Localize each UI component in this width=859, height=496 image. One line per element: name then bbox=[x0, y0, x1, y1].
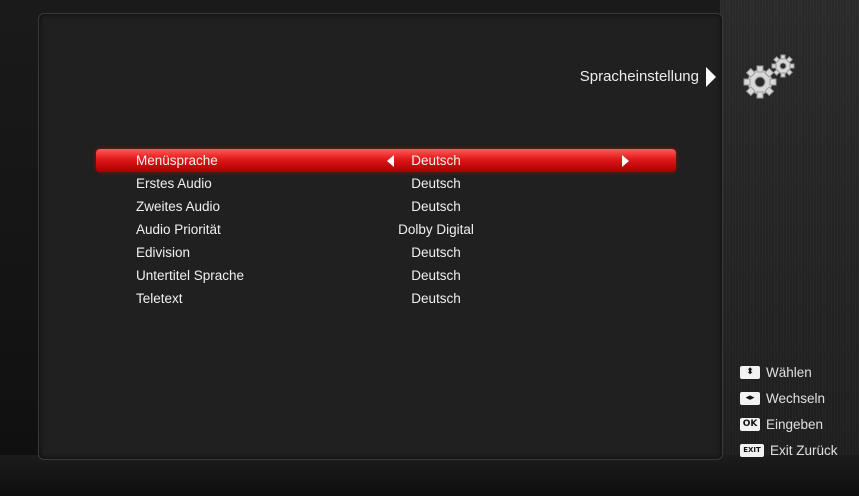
menu-item-audio-prioritat[interactable]: Audio Priorität Dolby Digital bbox=[96, 218, 676, 241]
menu-item-value: Deutsch bbox=[411, 199, 461, 214]
title-pointer-icon bbox=[706, 67, 716, 87]
menu-item-label: Erstes Audio bbox=[136, 176, 212, 191]
menu-item-value: Deutsch bbox=[411, 176, 461, 191]
menu-item-value: Deutsch bbox=[411, 268, 461, 283]
menu-item-label: Zweites Audio bbox=[136, 199, 221, 214]
menu-item-erstes-audio[interactable]: Erstes Audio Deutsch bbox=[96, 172, 676, 195]
help-item-label: Wählen bbox=[766, 364, 812, 380]
up-down-key-icon: ⬍ bbox=[740, 365, 760, 379]
menu-item-label: Menüsprache bbox=[136, 153, 218, 168]
settings-menu: Menüsprache Deutsch Erstes Audio Deutsch… bbox=[96, 149, 676, 310]
page-title: Spracheinstellung bbox=[579, 68, 699, 85]
key-help-legend: ⬍ Wählen ◂▸ Wechseln OK Eingeben EXIT Ex… bbox=[740, 359, 855, 463]
help-item-wechseln: ◂▸ Wechseln bbox=[740, 385, 855, 411]
menu-item-zweites-audio[interactable]: Zweites Audio Deutsch bbox=[96, 195, 676, 218]
help-item-label: Eingeben bbox=[766, 416, 824, 432]
bottom-background bbox=[0, 455, 859, 496]
help-item-label: Wechseln bbox=[766, 390, 826, 406]
menu-item-value: Deutsch bbox=[411, 291, 461, 306]
help-item-wahlen: ⬍ Wählen bbox=[740, 359, 855, 385]
gear-icon bbox=[743, 54, 795, 99]
help-item-exit: EXIT Exit Zurück bbox=[740, 437, 855, 463]
menu-item-label: Audio Priorität bbox=[136, 222, 221, 237]
ok-key-icon: OK bbox=[740, 417, 760, 431]
menu-item-value: Deutsch bbox=[411, 153, 461, 168]
menu-item-value: Dolby Digital bbox=[398, 222, 474, 237]
menu-item-menusprache[interactable]: Menüsprache Deutsch bbox=[96, 149, 676, 172]
menu-item-teletext[interactable]: Teletext Deutsch bbox=[96, 287, 676, 310]
menu-item-label: Edivision bbox=[136, 245, 191, 260]
arrow-right-icon[interactable] bbox=[622, 155, 629, 167]
menu-item-edivision[interactable]: Edivision Deutsch bbox=[96, 241, 676, 264]
menu-item-untertitel-sprache[interactable]: Untertitel Sprache Deutsch bbox=[96, 264, 676, 287]
menu-item-value: Deutsch bbox=[411, 245, 461, 260]
left-right-key-icon: ◂▸ bbox=[740, 391, 760, 405]
help-item-eingeben: OK Eingeben bbox=[740, 411, 855, 437]
menu-item-label: Untertitel Sprache bbox=[136, 268, 245, 283]
menu-item-label: Teletext bbox=[136, 291, 183, 306]
help-item-label: Exit Zurück bbox=[770, 442, 838, 458]
exit-key-icon: EXIT bbox=[740, 443, 764, 457]
